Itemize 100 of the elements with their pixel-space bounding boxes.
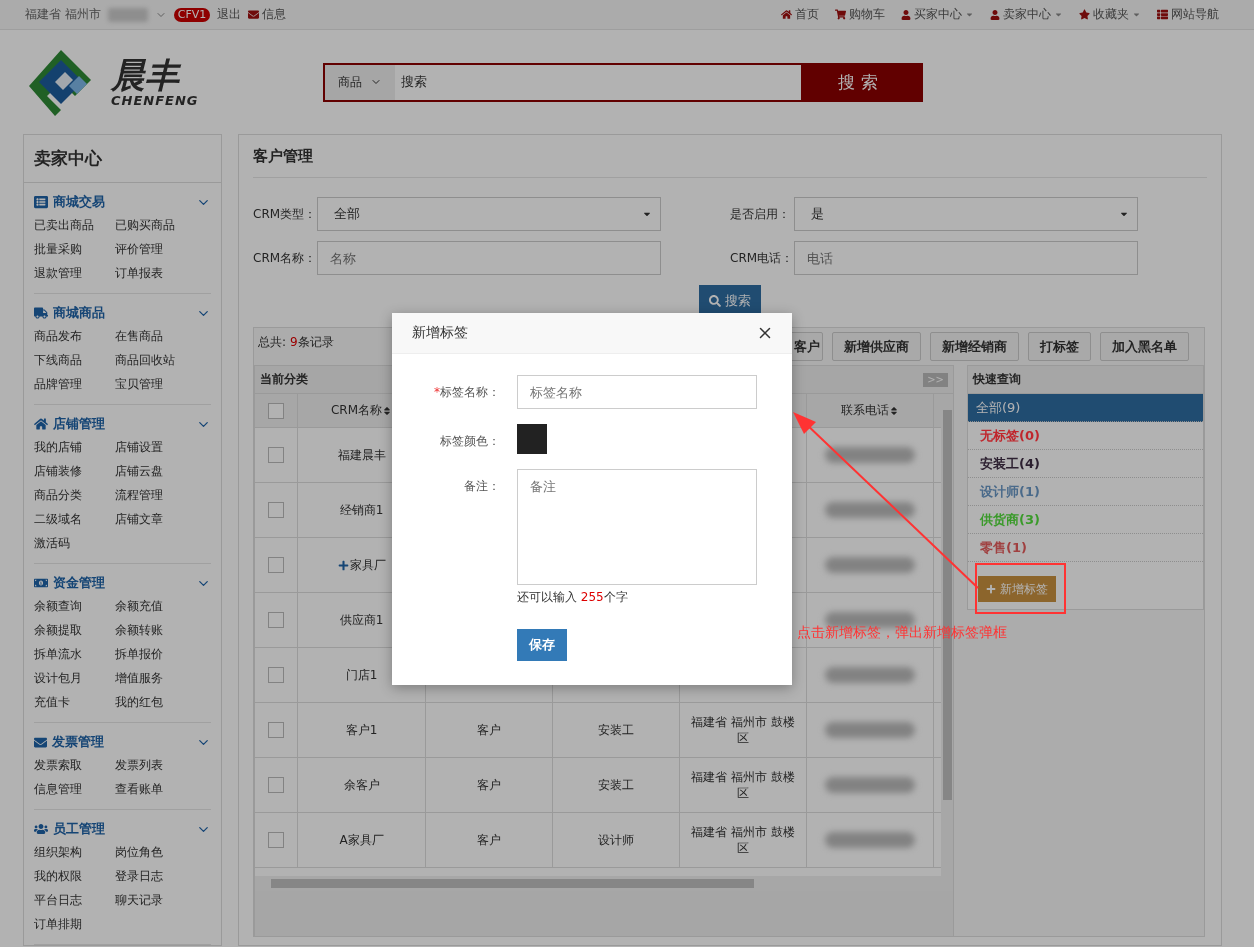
sidebar-link[interactable]: 商品发布 [34,324,115,348]
top-nav-link[interactable]: 收藏夹 [1079,6,1141,23]
checkbox[interactable] [268,402,284,419]
top-nav-link[interactable]: 购物车 [835,6,885,23]
top-nav-link[interactable]: 网站导航 [1157,6,1219,23]
top-nav-link[interactable]: 首页 [781,6,819,23]
section-title[interactable]: 店铺管理 [53,415,105,433]
column-header-text[interactable]: 联系电话 [841,402,889,419]
sidebar-link[interactable]: 登录日志 [115,864,196,888]
checkbox[interactable] [268,612,284,628]
cell-text: 门店1 [345,667,378,683]
messages-link[interactable]: 信息 [248,6,287,23]
input-field[interactable]: 名称 [317,241,661,275]
checkbox[interactable] [268,832,284,848]
sidebar-link[interactable]: 订单报表 [115,261,196,285]
sidebar-link[interactable]: 店铺文章 [115,507,196,531]
sidebar-link[interactable]: 我的红包 [115,690,196,714]
sidebar-link[interactable]: 品牌管理 [34,372,115,396]
sidebar-link[interactable]: 已购买商品 [115,213,196,237]
sidebar-link[interactable]: 信息管理 [34,777,115,801]
sidebar-link[interactable]: 充值卡 [34,690,115,714]
sidebar-link[interactable]: 流程管理 [115,483,196,507]
sidebar-link[interactable]: 发票列表 [115,753,196,777]
list-icon [1157,9,1168,20]
sidebar-link[interactable]: 评价管理 [115,237,196,261]
caret-icon [1054,10,1063,19]
sidebar-link[interactable]: 商品分类 [34,483,115,507]
section-title[interactable]: 商城商品 [53,304,105,322]
category-dropdown[interactable]: 商品 [325,64,395,100]
checkbox[interactable] [268,667,284,683]
table-cell: 客户 [426,758,553,813]
home-icon [34,417,48,431]
top-nav-link[interactable]: 买家中心 [901,6,974,23]
sidebar-link[interactable]: 拆单报价 [115,642,196,666]
sidebar-link[interactable]: 宝贝管理 [115,372,196,396]
toolbar-button[interactable]: 新增经销商 [930,332,1019,361]
section-title[interactable]: 商城交易 [53,193,105,211]
sidebar-link[interactable]: 下线商品 [34,348,115,372]
sidebar-link[interactable]: 余额充值 [115,594,196,618]
plus-icon [986,584,996,594]
level-badge: CFV1 [173,7,211,22]
checkbox[interactable] [268,502,284,518]
sidebar-link[interactable]: 余额提取 [34,618,115,642]
toolbar-button[interactable]: 新增供应商 [832,332,921,361]
checkbox[interactable] [268,557,284,573]
sidebar-link[interactable]: 退款管理 [34,261,115,285]
checkbox[interactable] [268,447,284,463]
sidebar-link[interactable]: 发票索取 [34,753,115,777]
sidebar-link[interactable]: 设计包月 [34,666,115,690]
filter-label: CRM名称： [253,249,317,267]
sidebar-link[interactable]: 已卖出商品 [34,213,115,237]
sidebar-link[interactable]: 岗位角色 [115,840,196,864]
sidebar-link[interactable]: 平台日志 [34,888,115,912]
sidebar-link[interactable]: 激活码 [34,531,115,555]
sidebar-link[interactable]: 订单排期 [34,912,115,936]
sidebar-link[interactable]: 余额转账 [115,618,196,642]
sort-icon[interactable] [382,405,393,416]
sidebar-link[interactable]: 查看账单 [115,777,196,801]
char-counter: 还可以输入 255个字 [517,589,629,606]
banknote-icon [34,576,48,590]
sidebar-link[interactable]: 店铺装修 [34,459,115,483]
toolbar-button[interactable]: 加入黑名单 [1100,332,1189,361]
sidebar-link[interactable]: 二级域名 [34,507,115,531]
sidebar-link[interactable]: 批量采购 [34,237,115,261]
tag-filter-item[interactable]: 全部(9) [968,394,1203,422]
cell-text: 供应商1 [339,612,384,628]
top-nav-link[interactable]: 卖家中心 [990,6,1063,23]
section-title[interactable]: 资金管理 [53,574,105,592]
save-button[interactable]: 保存 [517,629,567,661]
logout-link[interactable]: 退出 [217,6,242,23]
sidebar-link[interactable]: 聊天记录 [115,888,196,912]
list-icon [34,195,48,209]
filter-label: CRM电话： [730,249,794,267]
sidebar-link[interactable]: 商品回收站 [115,348,196,372]
section-title[interactable]: 发票管理 [52,733,104,751]
select-field[interactable]: 是 [794,197,1138,231]
section-title[interactable]: 员工管理 [53,820,105,838]
column-header-text[interactable]: CRM名称 [330,402,383,419]
input-field[interactable]: 标签名称 [517,375,757,409]
sidebar-link[interactable]: 店铺云盘 [115,459,196,483]
textarea-field[interactable]: 备注 [517,469,757,585]
sidebar-link[interactable]: 我的店铺 [34,435,115,459]
checkbox[interactable] [268,777,284,793]
sidebar-link[interactable]: 拆单流水 [34,642,115,666]
sort-icon[interactable] [889,405,899,416]
sidebar-link[interactable]: 增值服务 [115,666,196,690]
select-field[interactable]: 全部 [317,197,661,231]
sidebar-link[interactable]: 在售商品 [115,324,196,348]
sidebar-link[interactable]: 余额查询 [34,594,115,618]
plus-icon[interactable] [337,559,349,571]
table-cell: 福建省 福州市 鼓楼区 [680,758,807,813]
sidebar-link[interactable]: 组织架构 [34,840,115,864]
color-swatch[interactable] [517,424,547,454]
search-button[interactable]: 搜索 [801,64,921,100]
toolbar-button[interactable]: 打标签 [1028,332,1091,361]
sidebar-link[interactable]: 我的权限 [34,864,115,888]
truck-icon [34,306,48,320]
sidebar-link[interactable]: 店铺设置 [115,435,196,459]
checkbox[interactable] [268,722,284,738]
input-field[interactable]: 电话 [794,241,1138,275]
